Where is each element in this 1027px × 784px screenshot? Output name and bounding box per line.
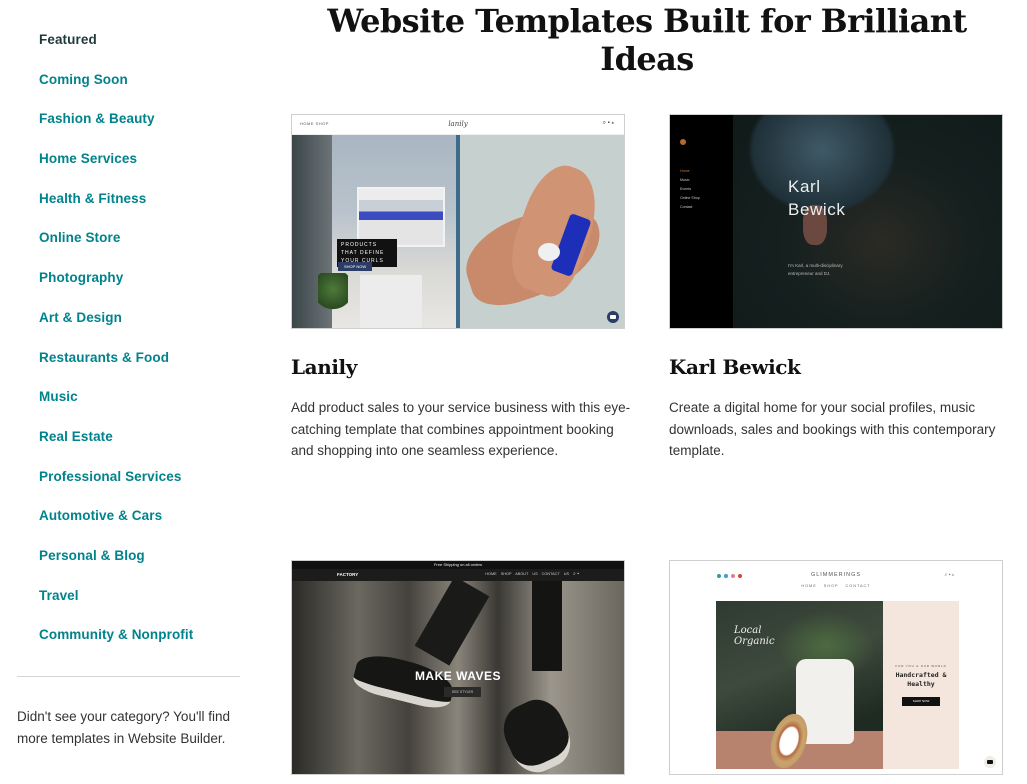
- photo-plant: [318, 273, 348, 313]
- page-title: Website Templates Built for Brilliant Id…: [327, 2, 967, 78]
- template-name[interactable]: Karl Bewick: [669, 355, 1003, 379]
- preview-shop-button: SHOP NOW: [338, 262, 373, 271]
- template-preview-factory[interactable]: Free Shipping on all orders FACTORY HOME…: [291, 560, 625, 775]
- category-link-personal-blog[interactable]: Personal & Blog: [39, 547, 145, 565]
- photo-shoe: [495, 691, 579, 774]
- category-link-community-nonprofit[interactable]: Community & Nonprofit: [39, 626, 193, 644]
- category-item: Photography: [39, 269, 193, 309]
- preview-menu-item: Music: [680, 178, 690, 182]
- category-link-automotive-cars[interactable]: Automotive & Cars: [39, 507, 162, 525]
- preview-header: FACTORY HOME SHOP ABOUT US CONTACT US ⌕ …: [292, 569, 624, 581]
- category-link-professional-services[interactable]: Professional Services: [39, 468, 181, 486]
- category-nav: Featured Coming Soon Fashion & Beauty Ho…: [39, 31, 193, 666]
- preview-logo-icon: [680, 139, 686, 145]
- preview-sidebar: Home Music Events Online Shop Contact: [670, 115, 733, 328]
- preview-portrait-photo: [733, 115, 1002, 328]
- category-item: Coming Soon: [39, 71, 193, 111]
- category-link-coming-soon[interactable]: Coming Soon: [39, 71, 128, 89]
- preview-nav: HOME SHOP ABOUT US CONTACT US: [485, 572, 569, 576]
- template-card-karl-bewick: Home Music Events Online Shop Contact Ka…: [669, 114, 1003, 462]
- preview-nav: HOME SHOP CONTACT: [801, 584, 871, 588]
- template-preview-karl-bewick[interactable]: Home Music Events Online Shop Contact Ka…: [669, 114, 1003, 329]
- preview-nav-icons: ⌕ ▪ ▴: [944, 572, 954, 578]
- preview-menu-item: Contact: [680, 205, 693, 209]
- template-name[interactable]: Lanily: [291, 355, 625, 379]
- preview-nav-icons: ⌕ ▪: [573, 571, 579, 577]
- category-link-music[interactable]: Music: [39, 388, 78, 406]
- preview-logo: lanily: [448, 120, 468, 128]
- photo-leg: [532, 581, 562, 671]
- photo-leg: [414, 576, 490, 666]
- category-link-home-services[interactable]: Home Services: [39, 150, 137, 168]
- chat-icon: [607, 311, 619, 323]
- category-item: Home Services: [39, 150, 193, 190]
- preview-brand: FACTORY: [337, 572, 359, 577]
- category-link-online-store[interactable]: Online Store: [39, 229, 120, 247]
- category-item: Fashion & Beauty: [39, 110, 193, 150]
- preview-hero-subtitle: I'm Karl, a multi-disciplinary entrepren…: [788, 263, 843, 276]
- preview-promo-bar: Free Shipping on all orders: [292, 561, 624, 569]
- preview-hero-title: Karl Bewick: [788, 177, 846, 219]
- preview-nav-icons: ⌕ ▪ ▴: [602, 120, 614, 126]
- template-card-factory: Free Shipping on all orders FACTORY HOME…: [291, 560, 625, 775]
- category-link-photography[interactable]: Photography: [39, 269, 123, 287]
- category-link-fashion-beauty[interactable]: Fashion & Beauty: [39, 110, 155, 128]
- category-item: Automotive & Cars: [39, 507, 193, 547]
- preview-hands-photo: [455, 135, 624, 328]
- preview-menu: Home Music Events Online Shop Contact: [680, 167, 700, 212]
- category-item: Travel: [39, 587, 193, 627]
- preview-header: HOME SHOP lanily ⌕ ▪ ▴: [292, 115, 624, 135]
- photo-shelf: [357, 187, 445, 247]
- photo-counter: [360, 275, 422, 328]
- category-item: Professional Services: [39, 468, 193, 508]
- category-item: Online Store: [39, 229, 193, 269]
- category-item: Music: [39, 388, 193, 428]
- preview-kicker: FOR YOU & OUR WORLD: [895, 664, 947, 668]
- preview-shop-button: SHOP NOW: [902, 697, 940, 706]
- preview-cta-button: SEE STYLES: [444, 687, 481, 697]
- category-item: Featured: [39, 31, 193, 71]
- category-link-health-fitness[interactable]: Health & Fitness: [39, 190, 146, 208]
- category-item: Art & Design: [39, 309, 193, 349]
- category-item: Personal & Blog: [39, 547, 193, 587]
- preview-hero-title: MAKE WAVES: [414, 669, 502, 683]
- template-card-lanily: HOME SHOP lanily ⌕ ▪ ▴ PRODUCTS THAT DEF…: [291, 114, 630, 462]
- template-preview-glimmerings[interactable]: GLIMMERINGS HOME SHOP CONTACT ⌕ ▪ ▴ Loca…: [669, 560, 1003, 775]
- template-description: Add product sales to your service busine…: [291, 400, 631, 458]
- sidebar-divider: [17, 676, 240, 677]
- template-card-glimmerings: GLIMMERINGS HOME SHOP CONTACT ⌕ ▪ ▴ Loca…: [669, 560, 1003, 775]
- more-templates-note: Didn't see your category? You'll find mo…: [17, 709, 231, 746]
- category-item: Health & Fitness: [39, 190, 193, 230]
- category-link-travel[interactable]: Travel: [39, 587, 79, 605]
- photo-foam: [538, 243, 560, 261]
- category-link-art-design[interactable]: Art & Design: [39, 309, 122, 327]
- preview-script-text: Local Organic: [734, 625, 775, 647]
- chat-icon: [984, 756, 996, 768]
- preview-promo-panel: FOR YOU & OUR WORLD Handcrafted & Health…: [883, 601, 959, 769]
- preview-menu-item: Events: [680, 187, 691, 191]
- category-sidebar: Featured Coming Soon Fashion & Beauty Ho…: [0, 0, 250, 784]
- template-preview-lanily[interactable]: HOME SHOP lanily ⌕ ▪ ▴ PRODUCTS THAT DEF…: [291, 114, 625, 329]
- preview-candle-photo: Local Organic: [716, 601, 883, 773]
- category-item: Restaurants & Food: [39, 349, 193, 389]
- category-link-real-estate[interactable]: Real Estate: [39, 428, 113, 446]
- category-link-restaurants-food[interactable]: Restaurants & Food: [39, 349, 169, 367]
- category-link-featured[interactable]: Featured: [39, 31, 97, 49]
- template-description: Create a digital home for your social pr…: [669, 400, 996, 458]
- preview-menu-item: Online Shop: [680, 196, 700, 200]
- preview-menu-item: Home: [680, 169, 690, 173]
- preview-heading: Handcrafted & Healthy: [895, 671, 947, 688]
- preview-store-photo: PRODUCTS THAT DEFINE YOUR CURLS SHOP NOW: [292, 135, 458, 328]
- category-item: Real Estate: [39, 428, 193, 468]
- category-item: Community & Nonprofit: [39, 626, 193, 666]
